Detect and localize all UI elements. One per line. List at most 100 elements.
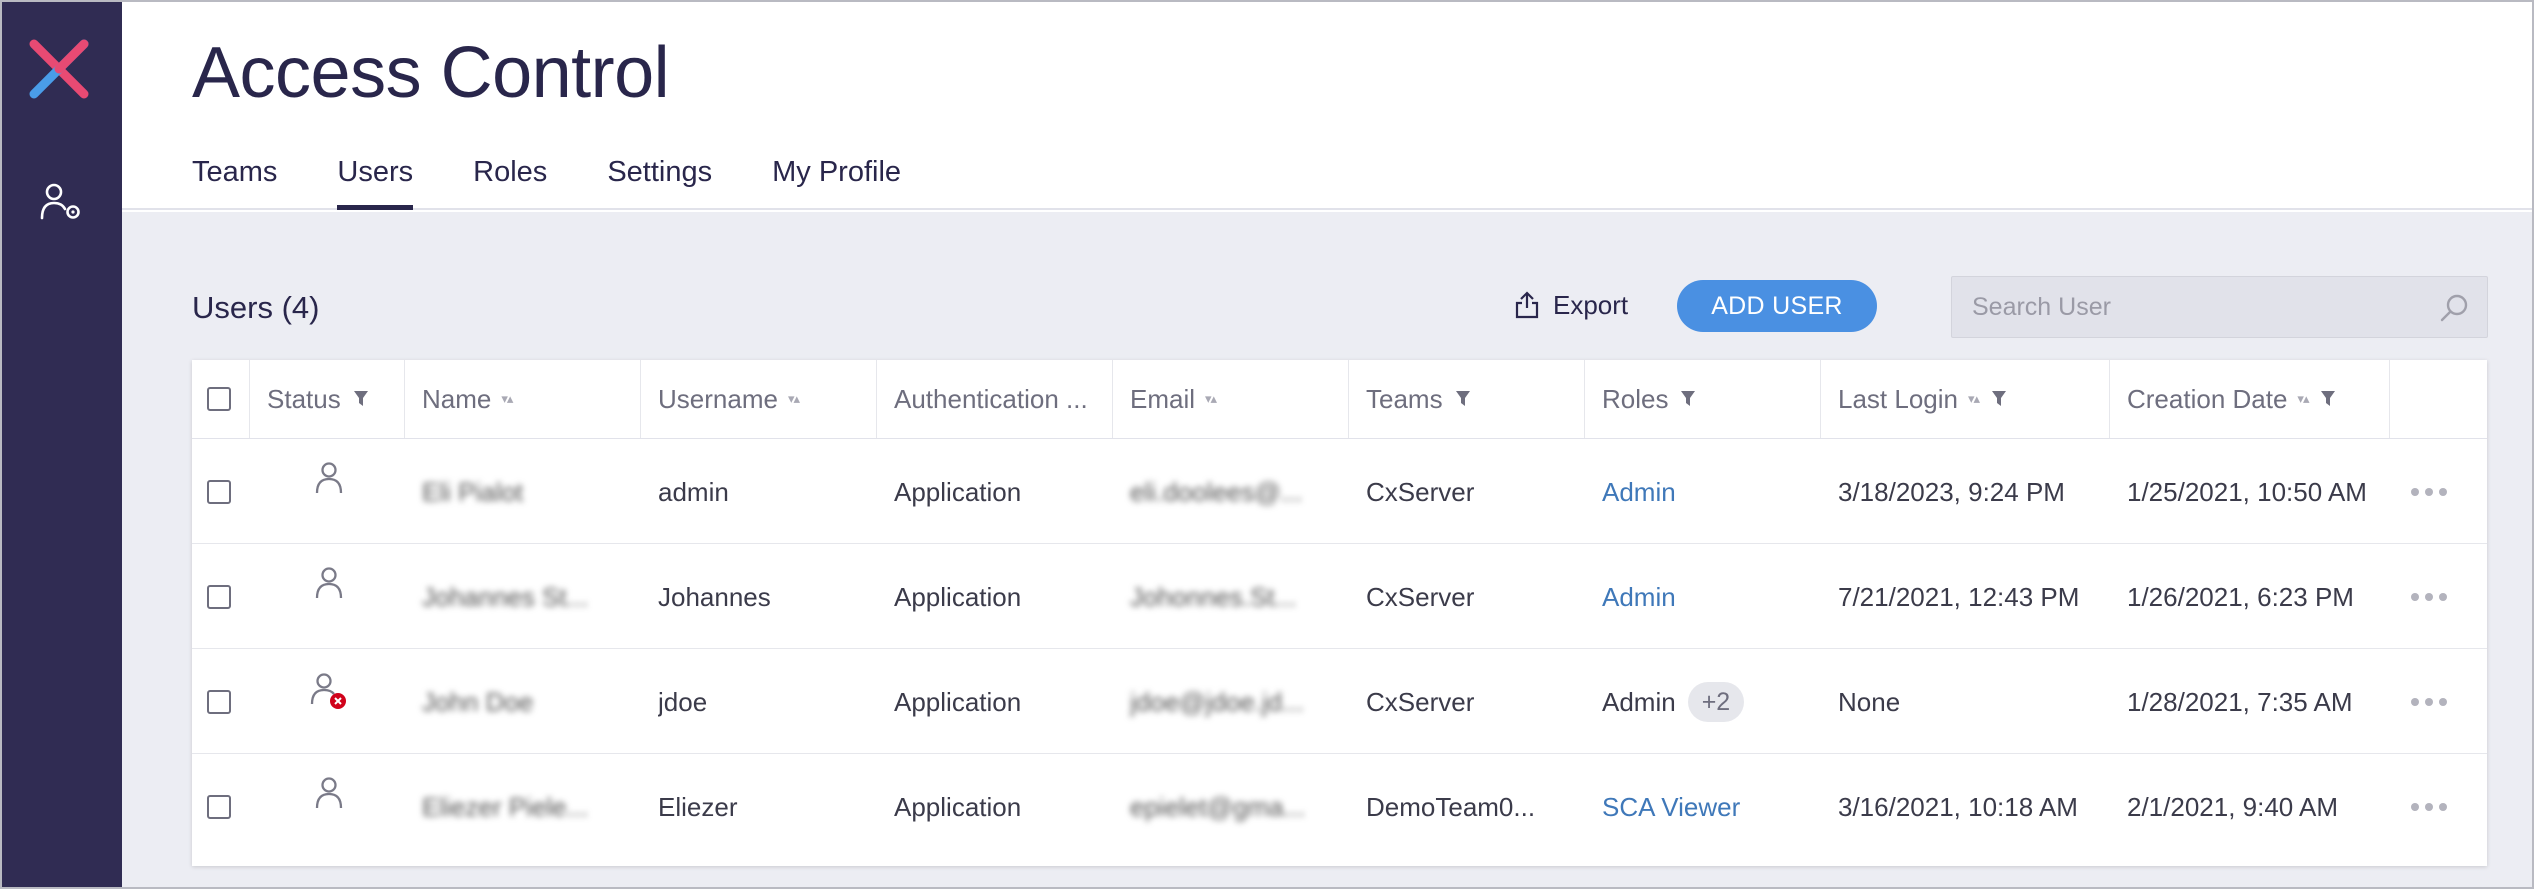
creation-date-cell: 2/1/2021, 9:40 AM (2127, 791, 2339, 822)
tab-teams[interactable]: Teams (192, 152, 277, 210)
user-settings-icon[interactable] (40, 182, 84, 222)
roles-cell: Admin (1602, 440, 1812, 544)
auth-cell: Application (894, 476, 1022, 507)
column-header-status[interactable]: Status (250, 360, 405, 438)
column-header-email[interactable]: Email ▾▴ (1113, 360, 1349, 438)
sort-icon[interactable]: ▾▴ (501, 391, 513, 407)
roles-cell: Admin +2 (1602, 650, 1822, 754)
row-actions-menu-icon[interactable] (2407, 484, 2451, 500)
teams-cell: CxServer (1366, 686, 1475, 717)
filter-icon[interactable] (1991, 390, 2007, 408)
status-cell (314, 545, 344, 649)
role-link[interactable]: SCA Viewer (1602, 792, 1740, 823)
role-link[interactable]: Admin (1602, 582, 1676, 613)
tab-my-profile[interactable]: My Profile (772, 152, 901, 210)
row-checkbox[interactable] (207, 795, 231, 819)
export-label: Export (1553, 289, 1629, 320)
user-active-icon (315, 777, 343, 809)
row-select-cell (207, 650, 231, 754)
column-header-label: Email (1130, 383, 1196, 414)
select-all-cell (192, 360, 250, 438)
search-input[interactable] (1952, 277, 2432, 337)
email-cell: eli.doolees@... (1130, 476, 1303, 507)
column-header-label: Roles (1602, 383, 1669, 414)
user-inactive-icon (310, 673, 346, 709)
name-cell: Eliezer Piele... (422, 791, 589, 822)
column-header-username[interactable]: Username ▾▴ (641, 360, 877, 438)
column-header-label: Username (658, 383, 778, 414)
table-row[interactable]: Eliezer Piele... Eliezer Application epi… (192, 755, 2487, 859)
app-window: Access Control Teams Users Roles Setting… (0, 0, 2534, 889)
column-header-roles[interactable]: Roles (1585, 360, 1821, 438)
row-actions-menu-icon[interactable] (2407, 799, 2451, 815)
column-header-label: Authentication ... (894, 383, 1088, 414)
row-select-cell (207, 755, 231, 859)
select-all-checkbox[interactable] (207, 387, 231, 411)
filter-icon[interactable] (1455, 390, 1471, 408)
teams-cell: CxServer (1366, 581, 1475, 612)
column-header-teams[interactable]: Teams (1349, 360, 1585, 438)
sort-icon[interactable]: ▾▴ (1205, 391, 1217, 407)
status-cell (314, 440, 344, 544)
app-logo-icon[interactable] (28, 38, 90, 100)
more-roles-badge[interactable]: +2 (1687, 682, 1745, 722)
creation-date-cell: 1/26/2021, 6:23 PM (2127, 581, 2354, 612)
filter-icon[interactable] (353, 390, 369, 408)
column-header-label: Name (422, 383, 492, 414)
email-cell: jdoe@jdoe.jd... (1130, 686, 1304, 717)
last-login-cell: 7/21/2021, 12:43 PM (1838, 581, 2080, 612)
user-active-icon (315, 567, 343, 599)
teams-cell: CxServer (1366, 476, 1475, 507)
role-link[interactable]: Admin (1602, 477, 1676, 508)
row-select-cell (207, 440, 231, 544)
column-header-last-login[interactable]: Last Login ▾▴ (1821, 360, 2110, 438)
filter-icon[interactable] (1680, 390, 1696, 408)
users-count-title: Users (4) (192, 290, 320, 325)
table-row[interactable]: Johannes St... Johannes Application Joho… (192, 545, 2487, 649)
header-divider (192, 438, 2487, 439)
search-box (1951, 276, 2488, 338)
table-row[interactable]: John Doe jdoe Application jdoe@jdoe.jd..… (192, 650, 2487, 754)
filter-icon[interactable] (2320, 390, 2336, 408)
sort-icon[interactable]: ▾▴ (788, 391, 800, 407)
user-active-icon (315, 462, 343, 494)
tab-settings[interactable]: Settings (607, 152, 712, 210)
column-header-name[interactable]: Name ▾▴ (405, 360, 641, 438)
row-checkbox[interactable] (207, 690, 231, 714)
sort-icon[interactable]: ▾▴ (1968, 391, 1980, 407)
username-cell: admin (658, 476, 729, 507)
page-title: Access Control (192, 33, 670, 113)
last-login-cell: 3/16/2021, 10:18 AM (1838, 791, 2078, 822)
tab-roles[interactable]: Roles (473, 152, 547, 210)
tab-users[interactable]: Users (337, 152, 413, 210)
users-table: Status Name ▾▴ Username ▾▴ Authenticatio… (192, 360, 2487, 866)
export-button[interactable]: Export (1515, 282, 1628, 328)
auth-cell: Application (894, 581, 1022, 612)
creation-date-cell: 1/25/2021, 10:50 AM (2127, 476, 2367, 507)
sort-icon[interactable]: ▾▴ (2297, 391, 2309, 407)
row-checkbox[interactable] (207, 480, 231, 504)
search-icon[interactable] (2439, 293, 2469, 323)
roles-cell: Admin (1602, 545, 1812, 649)
row-actions-menu-icon[interactable] (2407, 694, 2451, 710)
tab-bar: Teams Users Roles Settings My Profile (192, 152, 961, 210)
row-checkbox[interactable] (207, 585, 231, 609)
add-user-button[interactable]: ADD USER (1677, 280, 1877, 332)
main-content: Users (4) Export ADD USER Status (122, 212, 2532, 887)
email-cell: epielet@gma... (1130, 791, 1306, 822)
sidebar (2, 2, 122, 887)
column-header-creation-date[interactable]: Creation Date ▾▴ (2110, 360, 2390, 438)
column-header-authentication[interactable]: Authentication ... (877, 360, 1113, 438)
last-login-cell: None (1838, 686, 1901, 717)
row-select-cell (207, 545, 231, 649)
table-row[interactable]: Eli Pialot admin Application eli.doolees… (192, 440, 2487, 544)
row-actions-menu-icon[interactable] (2407, 589, 2451, 605)
email-cell: Johonnes.St... (1130, 581, 1297, 612)
last-login-cell: 3/18/2023, 9:24 PM (1838, 476, 2065, 507)
column-header-label: Teams (1366, 383, 1443, 414)
creation-date-cell: 1/28/2021, 7:35 AM (2127, 686, 2353, 717)
header: Access Control Teams Users Roles Setting… (122, 2, 2532, 210)
column-header-label: Creation Date (2127, 383, 2288, 414)
name-cell: Eli Pialot (422, 476, 524, 507)
name-cell: John Doe (422, 686, 534, 717)
